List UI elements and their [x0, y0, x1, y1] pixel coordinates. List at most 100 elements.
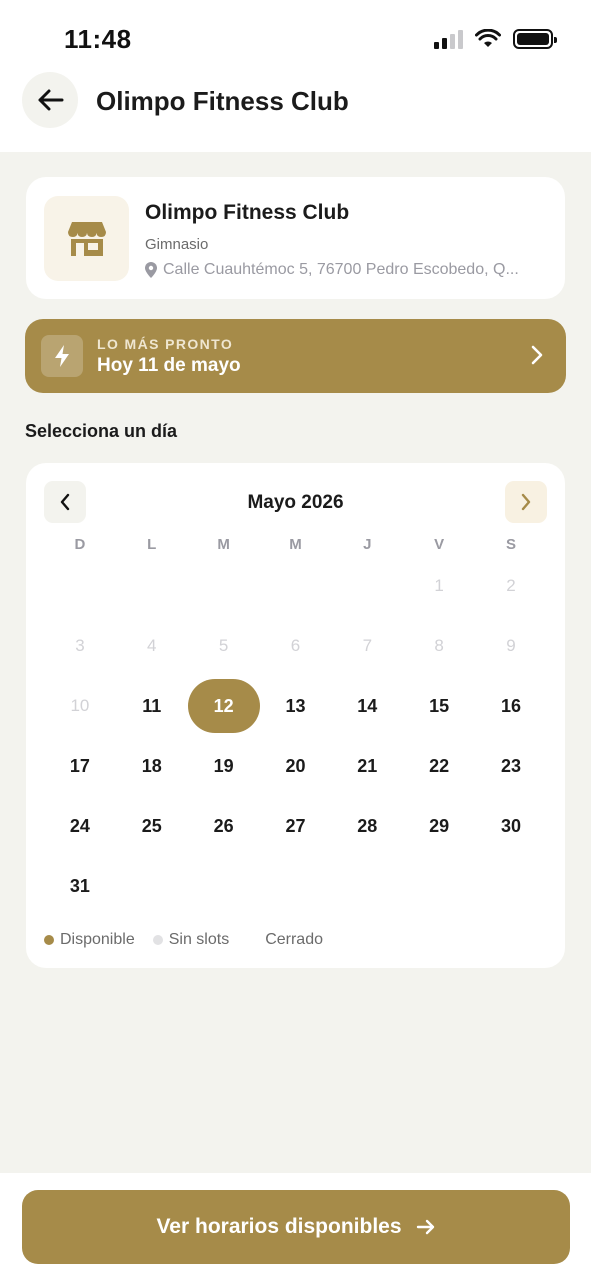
calendar-day[interactable]: 20 — [260, 739, 332, 793]
legend-no-slots: Sin slots — [152, 931, 230, 949]
calendar-day-number: 23 — [500, 755, 521, 776]
calendar-day[interactable]: 29 — [403, 799, 475, 853]
soonest-availability-button[interactable]: LO MÁS PRONTO Hoy 11 de mayo — [25, 319, 566, 393]
calendar-week-row: 10 11 12 13 14 15 16 — [44, 679, 547, 733]
battery-icon — [513, 29, 557, 49]
calendar-day: 3 — [44, 619, 116, 673]
business-card: Olimpo Fitness Club Gimnasio Calle Cuauh… — [26, 177, 565, 299]
calendar-card: Mayo 2026 D L M M J V S 1 2 3 4 5 6 7 8 9 10 11 12 1… — [26, 463, 565, 968]
location-pin-icon — [145, 262, 157, 278]
calendar-day[interactable]: 28 — [331, 799, 403, 853]
weekday-label: V — [434, 536, 445, 553]
calendar-day-number: 11 — [142, 695, 162, 716]
arrow-right-icon — [416, 1219, 434, 1235]
calendar-week-row: 3 4 5 6 7 8 9 — [44, 619, 547, 673]
calendar-day[interactable]: 31 — [44, 859, 116, 913]
legend-closed-label: Cerrado — [265, 931, 323, 948]
calendar-day: 1 — [403, 559, 475, 613]
cellular-signal-icon — [434, 29, 463, 49]
calendar-day[interactable]: 19 — [188, 739, 260, 793]
legend-available-label: Disponible — [60, 931, 135, 948]
bolt-icon-tile — [41, 335, 83, 377]
calendar-day[interactable]: 27 — [260, 799, 332, 853]
calendar-day-number: 8 — [434, 636, 444, 655]
calendar-day: 8 — [403, 619, 475, 673]
calendar-day[interactable]: 13 — [260, 679, 332, 733]
calendar-day[interactable]: 23 — [475, 739, 547, 793]
calendar-day-number: 4 — [147, 636, 157, 655]
calendar-day: 6 — [260, 619, 332, 673]
calendar-day-selected[interactable]: 12 — [187, 679, 260, 733]
calendar-day-number: 6 — [290, 636, 301, 655]
weekday-label: M — [289, 536, 302, 553]
calendar-day-number: 2 — [506, 576, 516, 595]
calendar-week-row: 31 — [44, 859, 547, 913]
calendar-day[interactable]: 25 — [116, 799, 188, 853]
page-title: Olimpo Fitness Club — [96, 86, 349, 116]
calendar-day-number: 1 — [434, 576, 444, 595]
top-bar: 11:48 Olimpo Fitness Club — [0, 0, 591, 152]
calendar-day[interactable]: 14 — [331, 679, 403, 733]
business-icon-tile — [44, 196, 129, 281]
calendar-day: 10 — [44, 679, 116, 733]
weekday-label: J — [363, 536, 372, 553]
calendar-day[interactable]: 24 — [44, 799, 116, 853]
calendar-day: 4 — [116, 619, 188, 673]
calendar-day[interactable]: 15 — [403, 679, 475, 733]
wifi-icon — [475, 29, 501, 47]
cta-label: Ver horarios disponibles — [156, 1215, 402, 1238]
soonest-label: LO MÁS PRONTO — [97, 336, 234, 352]
weekday-label: L — [147, 536, 157, 553]
legend-no-slots-label: Sin slots — [168, 931, 230, 948]
calendar-day-number: 21 — [357, 755, 378, 776]
soonest-value: Hoy 11 de mayo — [97, 355, 241, 376]
calendar-day-number: 17 — [69, 755, 90, 776]
no-slots-dot-icon — [152, 935, 163, 945]
status-icons — [434, 28, 557, 50]
chevron-right-icon — [521, 493, 531, 511]
calendar-day-number: 19 — [213, 755, 234, 776]
calendar-week-row: 24 25 26 27 28 29 30 — [44, 799, 547, 853]
calendar-day-number: 16 — [500, 695, 521, 716]
back-button[interactable] — [22, 72, 78, 128]
chevron-right-icon — [531, 345, 543, 365]
calendar-day-number: 12 — [187, 679, 260, 733]
calendar-day[interactable]: 22 — [403, 739, 475, 793]
calendar-day[interactable]: 17 — [44, 739, 116, 793]
bolt-icon — [55, 345, 69, 367]
legend-available: Disponible — [44, 931, 135, 949]
calendar-day: 5 — [188, 619, 260, 673]
business-address: Calle Cuauhtémoc 5, 76700 Pedro Escobedo… — [145, 261, 565, 279]
section-title: Selecciona un día — [25, 421, 178, 441]
calendar-day: 2 — [475, 559, 547, 613]
calendar-day-number: 3 — [75, 636, 85, 655]
calendar-day-number: 30 — [500, 815, 521, 836]
status-time: 11:48 — [64, 24, 132, 54]
calendar-day[interactable]: 26 — [188, 799, 260, 853]
calendar-day: 9 — [475, 619, 547, 673]
weekday-header-row: D L M M J V S — [44, 536, 547, 553]
calendar-day-number: 24 — [69, 815, 90, 836]
calendar-day[interactable]: 16 — [475, 679, 547, 733]
next-month-button[interactable] — [505, 481, 547, 523]
calendar-day-number: 27 — [285, 815, 306, 836]
available-dot-icon — [44, 935, 54, 945]
calendar-legend: Disponible Sin slots Cerrado — [44, 931, 341, 949]
calendar-day[interactable]: 21 — [331, 739, 403, 793]
calendar-day-number: 7 — [362, 636, 373, 655]
weekday-label: M — [217, 536, 230, 553]
calendar-week-row: 17 18 19 20 21 22 23 — [44, 739, 547, 793]
calendar-week-row: 12 — [44, 559, 547, 613]
calendar-day-number: 13 — [285, 695, 306, 716]
calendar-day-number: 20 — [285, 755, 306, 776]
calendar-day[interactable]: 11 — [116, 679, 188, 733]
calendar-day-number: 14 — [357, 695, 378, 716]
calendar-day: 7 — [331, 619, 403, 673]
weekday-label: S — [505, 536, 516, 553]
view-available-times-button[interactable]: Ver horarios disponibles — [22, 1190, 570, 1264]
store-icon — [67, 221, 106, 256]
calendar-day[interactable]: 30 — [475, 799, 547, 853]
weekday-label: D — [74, 536, 86, 553]
calendar-day-number: 15 — [429, 695, 450, 716]
calendar-day[interactable]: 18 — [116, 739, 188, 793]
